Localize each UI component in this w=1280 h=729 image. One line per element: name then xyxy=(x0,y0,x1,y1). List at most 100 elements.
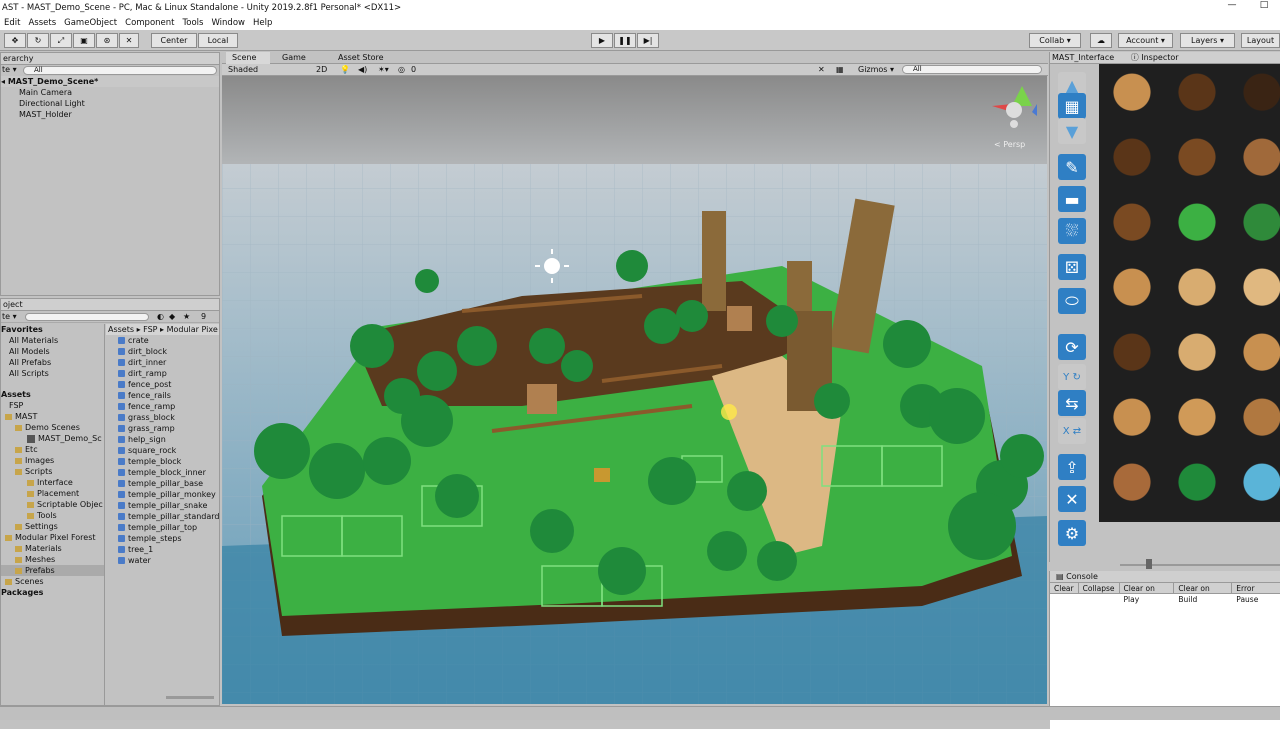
upload-icon[interactable]: ⇪ xyxy=(1058,454,1086,480)
step-icon[interactable]: ▶| xyxy=(637,33,659,48)
scene-tools-icon[interactable]: ✕ xyxy=(818,64,825,75)
prefab-file-item[interactable]: temple_block xyxy=(106,456,219,467)
menu-help[interactable]: Help xyxy=(249,16,276,30)
hierarchy-item[interactable]: Directional Light xyxy=(1,98,219,109)
tree-folder[interactable]: Tools xyxy=(1,510,104,521)
prefab-thumbnail[interactable] xyxy=(1233,66,1280,124)
prefab-thumbnail[interactable] xyxy=(1103,261,1161,319)
prefab-file-item[interactable]: tree_1 xyxy=(106,544,219,555)
palette-down-arrow-icon[interactable]: ▼ xyxy=(1058,118,1086,144)
hierarchy-tab[interactable]: erarchy xyxy=(1,53,219,65)
favorite-item[interactable]: All Models xyxy=(1,346,104,357)
console-clear-button[interactable]: Clear xyxy=(1050,583,1079,593)
prefab-file-item[interactable]: dirt_block xyxy=(106,346,219,357)
scene-search-input[interactable]: All xyxy=(902,65,1042,74)
tree-folder[interactable]: Modular Pixel Forest xyxy=(1,532,104,543)
prefab-thumbnail[interactable] xyxy=(1233,196,1280,254)
hierarchy-search-input[interactable]: All xyxy=(23,66,217,75)
prefab-file-item[interactable]: fence_ramp xyxy=(106,401,219,412)
shading-mode-dropdown[interactable]: Shaded xyxy=(228,64,258,75)
favorite-item[interactable]: All Prefabs xyxy=(1,357,104,368)
effects-icon[interactable]: ✶▾ xyxy=(378,64,389,75)
filter-type-icon[interactable]: ◐ xyxy=(157,312,164,321)
favorite-item[interactable]: All Materials xyxy=(1,335,104,346)
grid-options-icon[interactable]: ▦ xyxy=(836,64,844,75)
menu-tools[interactable]: Tools xyxy=(179,16,208,30)
tree-folder[interactable]: Images xyxy=(1,455,104,466)
prefab-thumbnail[interactable] xyxy=(1233,131,1280,189)
tree-folder[interactable]: Scenes xyxy=(1,576,104,587)
fill-bucket-icon[interactable]: ⛆ xyxy=(1058,218,1086,244)
tree-folder[interactable]: Scripts xyxy=(1,466,104,477)
favorite-item[interactable]: All Scripts xyxy=(1,368,104,379)
scene-viewport[interactable]: < Persp xyxy=(222,76,1047,704)
prefab-file-item[interactable]: temple_pillar_top xyxy=(106,522,219,533)
console-tab[interactable]: ▤ Console xyxy=(1050,571,1280,583)
prefab-thumbnail[interactable] xyxy=(1103,66,1161,124)
tree-folder-selected[interactable]: Prefabs xyxy=(1,565,104,576)
prefab-thumbnail[interactable] xyxy=(1103,131,1161,189)
prefab-thumbnail[interactable] xyxy=(1168,391,1226,449)
tab-mast-interface[interactable]: MAST_Interface xyxy=(1052,53,1114,62)
tree-folder[interactable]: MAST xyxy=(1,411,104,422)
rotate-axis-y-icon[interactable]: Y ↻ xyxy=(1058,364,1086,390)
palette-scale-slider[interactable] xyxy=(1146,559,1152,569)
prefab-thumbnail[interactable] xyxy=(1168,326,1226,384)
inspector-tab-icon[interactable]: ⓘ xyxy=(1131,53,1139,62)
settings-gear-icon[interactable]: ⚙ xyxy=(1058,520,1086,546)
collab-button[interactable]: Collab ▾ xyxy=(1029,33,1081,48)
menu-component[interactable]: Component xyxy=(121,16,178,30)
tab-asset-store[interactable]: Asset Store xyxy=(332,52,384,64)
audio-icon[interactable]: ◀) xyxy=(358,64,367,75)
hidden-objects-icon[interactable]: ◎ xyxy=(398,64,405,75)
prefab-thumbnail[interactable] xyxy=(1233,456,1280,514)
tools-wrench-icon[interactable]: ✕ xyxy=(1058,486,1086,512)
menu-edit[interactable]: Edit xyxy=(0,16,24,30)
tab-game[interactable]: Game xyxy=(276,52,306,64)
project-search-input[interactable] xyxy=(25,313,149,321)
filter-label-icon[interactable]: ◆ xyxy=(169,312,175,321)
tree-folder[interactable]: Scriptable Objec xyxy=(1,499,104,510)
console-clear-on-play-button[interactable]: Clear on Play xyxy=(1120,583,1175,604)
prefab-thumbnail[interactable] xyxy=(1168,66,1226,124)
prefab-thumbnail[interactable] xyxy=(1233,261,1280,319)
prefab-thumbnail[interactable] xyxy=(1168,456,1226,514)
project-breadcrumb[interactable]: Assets ▸ FSP ▸ Modular Pixe xyxy=(106,324,219,335)
cloud-icon[interactable]: ☁ xyxy=(1090,33,1112,48)
scene-root[interactable]: ◂ MAST_Demo_Scene* xyxy=(1,76,219,87)
prefab-thumbnail[interactable] xyxy=(1168,261,1226,319)
tree-folder[interactable]: Materials xyxy=(1,543,104,554)
maximize-button[interactable]: □ xyxy=(1248,0,1280,16)
pivot-center-button[interactable]: Center xyxy=(151,33,197,48)
prefab-file-item[interactable]: temple_pillar_standard xyxy=(106,511,219,522)
minimize-button[interactable]: — xyxy=(1216,0,1248,16)
tab-scene[interactable]: Scene xyxy=(226,52,270,64)
eraser-icon[interactable]: ⬭ xyxy=(1058,288,1086,314)
grid-toggle-icon[interactable]: ▦ xyxy=(1058,93,1086,119)
prefab-file-item[interactable]: temple_block_inner xyxy=(106,467,219,478)
toggle-2d-button[interactable]: 2D xyxy=(316,64,327,75)
prefab-file-item[interactable]: temple_steps xyxy=(106,533,219,544)
layout-button[interactable]: Layout xyxy=(1241,33,1280,48)
rotate-tool-icon[interactable]: ↻ xyxy=(27,33,49,48)
console-error-pause-button[interactable]: Error Pause xyxy=(1232,583,1280,604)
scale-tool-icon[interactable]: ⤢ xyxy=(50,33,72,48)
prefab-thumbnail[interactable] xyxy=(1233,391,1280,449)
rect-tool-icon[interactable]: ▣ xyxy=(73,33,95,48)
filter-star-icon[interactable]: ★ xyxy=(183,312,190,321)
prefab-file-item[interactable]: fence_post xyxy=(106,379,219,390)
tree-folder[interactable]: Interface xyxy=(1,477,104,488)
prefab-thumbnail[interactable] xyxy=(1168,131,1226,189)
tree-folder[interactable]: Etc xyxy=(1,444,104,455)
tree-folder[interactable]: Demo Scenes xyxy=(1,422,104,433)
prefab-thumbnail[interactable] xyxy=(1103,326,1161,384)
prefab-thumbnail[interactable] xyxy=(1103,456,1161,514)
tree-folder[interactable]: Meshes xyxy=(1,554,104,565)
account-button[interactable]: Account ▾ xyxy=(1118,33,1173,48)
hierarchy-item[interactable]: MAST_Holder xyxy=(1,109,219,120)
pivot-local-button[interactable]: Local xyxy=(198,33,238,48)
prefab-file-item[interactable]: grass_ramp xyxy=(106,423,219,434)
prefab-file-item[interactable]: dirt_ramp xyxy=(106,368,219,379)
project-tab[interactable]: oject xyxy=(1,299,219,311)
thumbnail-size-slider[interactable] xyxy=(166,696,214,699)
